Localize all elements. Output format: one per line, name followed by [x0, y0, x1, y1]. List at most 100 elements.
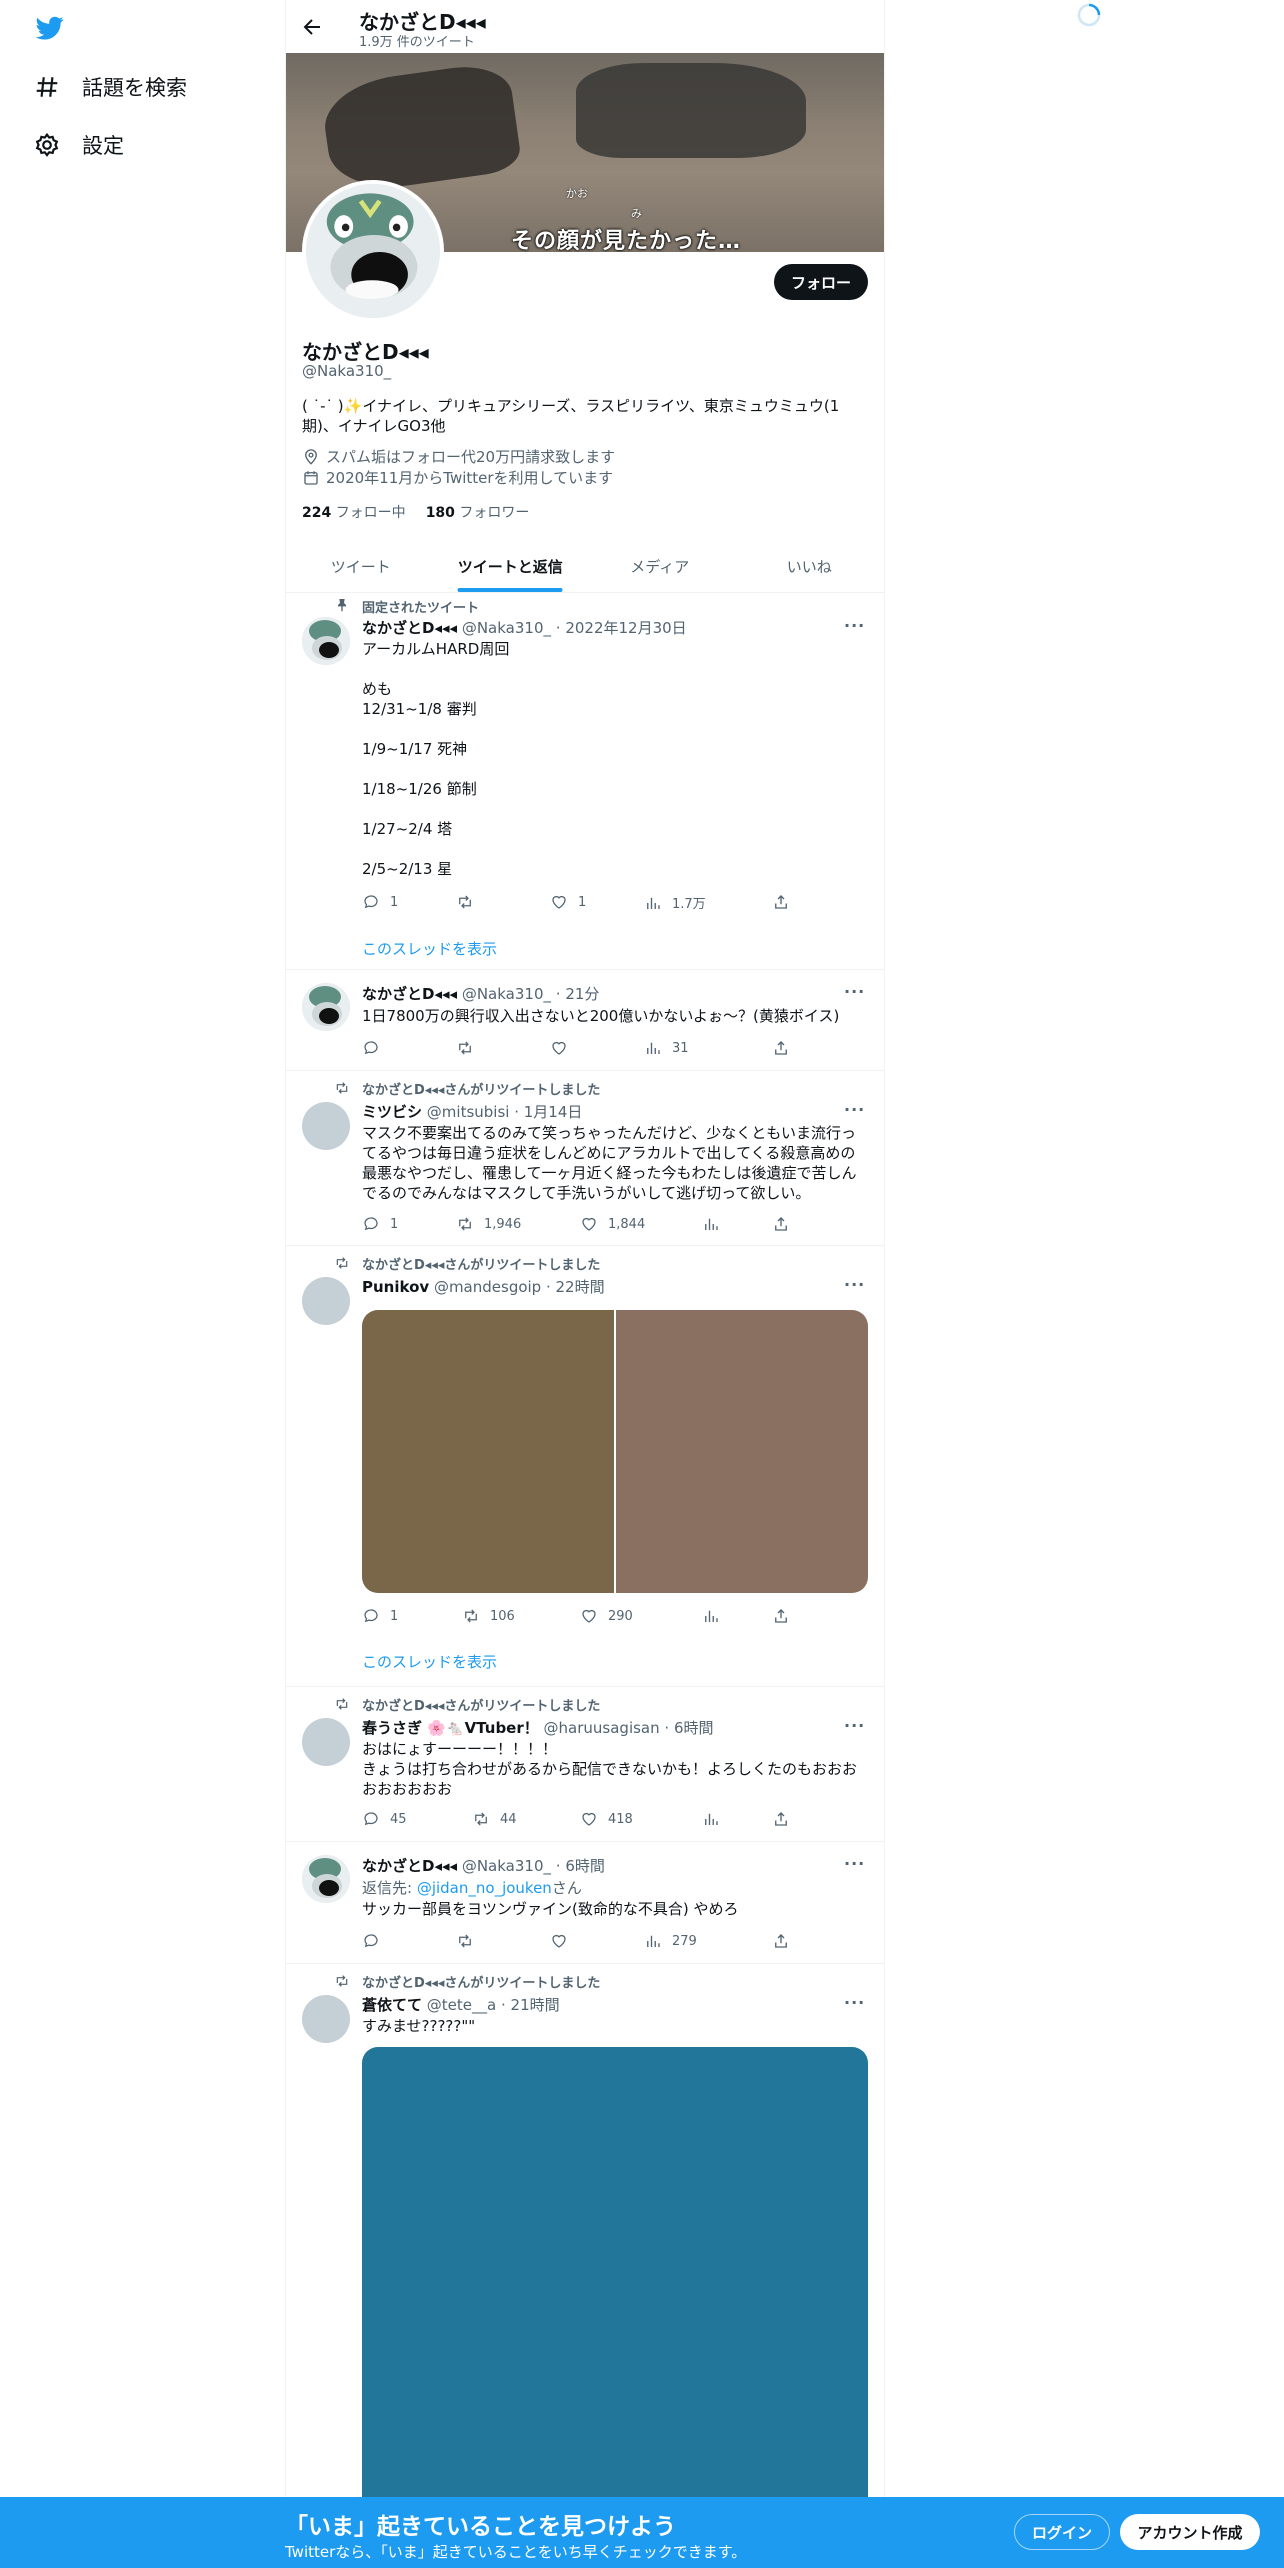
tweet-media[interactable]: [362, 1310, 868, 1593]
tweet-avatar[interactable]: [302, 1102, 350, 1150]
more-options-icon[interactable]: ···: [844, 1854, 868, 1874]
like-button[interactable]: 290: [580, 1607, 633, 1625]
retweet-button[interactable]: 44: [472, 1810, 517, 1828]
like-button[interactable]: [550, 1932, 578, 1950]
tweet-item[interactable]: なかざとD◂◂◂さんがリツイートしました Punikov @mandesgoip…: [286, 1247, 884, 1687]
tweet-time[interactable]: 2022年12月30日: [565, 619, 686, 637]
tweet-author-name[interactable]: 蒼依てて: [362, 1996, 422, 2014]
twitter-logo-icon[interactable]: [34, 14, 66, 42]
retweet-button[interactable]: 1,946: [456, 1215, 521, 1233]
tweet-time[interactable]: 21分: [565, 985, 599, 1003]
like-button[interactable]: 1,844: [580, 1215, 645, 1233]
tweet-header: なかざとD◂◂◂ @Naka310_ · 2022年12月30日: [362, 617, 687, 638]
tweet-item[interactable]: なかざとD◂◂◂さんがリツイートしました 蒼依てて @tete__a · 21時…: [286, 1965, 884, 2568]
following-link[interactable]: 224 フォロー中: [302, 502, 406, 522]
more-options-icon[interactable]: ···: [844, 1716, 868, 1736]
media-image[interactable]: [362, 2047, 868, 2568]
tweet-time[interactable]: 22時間: [556, 1278, 605, 1296]
tweet-avatar[interactable]: [302, 1855, 350, 1903]
more-options-icon[interactable]: ···: [844, 616, 868, 636]
tweet-avatar[interactable]: [302, 1718, 350, 1766]
share-button[interactable]: [772, 1039, 790, 1057]
show-thread-link[interactable]: このスレッドを表示: [362, 1651, 497, 1672]
retweet-button[interactable]: [456, 1932, 484, 1950]
tweet-avatar[interactable]: [302, 983, 350, 1031]
tweet-author-handle[interactable]: @mandesgoip: [434, 1278, 541, 1296]
share-button[interactable]: [772, 1810, 790, 1828]
reply-to-mention[interactable]: @jidan_no_jouken: [417, 1879, 552, 1897]
views-button[interactable]: 1.7万: [644, 893, 706, 912]
retweet-icon: [336, 1698, 348, 1710]
tweet-time[interactable]: 6時間: [565, 1857, 605, 1875]
tweet-item[interactable]: なかざとD◂◂◂ @Naka310_ · 21分 ··· 1日7800万の興行収…: [286, 971, 884, 1071]
tweet-author-handle[interactable]: @tete__a: [427, 1996, 496, 2014]
retweet-button[interactable]: 106: [462, 1607, 515, 1625]
tweet-time[interactable]: 1月14日: [524, 1103, 583, 1121]
reply-button[interactable]: 1: [362, 893, 398, 911]
tweet-item[interactable]: なかざとD◂◂◂さんがリツイートしました ミツビシ @mitsubisi · 1…: [286, 1072, 884, 1246]
more-options-icon[interactable]: ···: [844, 1275, 868, 1295]
nav-item-settings[interactable]: 設定: [34, 130, 124, 160]
tweet-dot: ·: [551, 619, 566, 637]
profile-avatar[interactable]: [302, 180, 444, 322]
login-button[interactable]: ログイン: [1014, 2514, 1110, 2550]
like-button[interactable]: [550, 1039, 578, 1057]
views-button[interactable]: [702, 1215, 730, 1233]
tweet-author-handle[interactable]: @mitsubisi: [427, 1103, 510, 1121]
follow-button[interactable]: フォロー: [774, 264, 868, 300]
like-button[interactable]: 1: [550, 893, 586, 911]
tweet-author-handle[interactable]: @Naka310_: [462, 619, 551, 637]
tab-media[interactable]: メディア: [585, 540, 735, 592]
tweet-avatar[interactable]: [302, 1995, 350, 2043]
tab-likes[interactable]: いいね: [735, 540, 885, 592]
tweet-item[interactable]: なかざとD◂◂◂さんがリツイートしました 春うさぎ 🌸🐁VTuber！ @har…: [286, 1688, 884, 1842]
tweet-time[interactable]: 21時間: [511, 1996, 560, 2014]
tab-tweets-and-replies[interactable]: ツイートと返信: [436, 540, 586, 592]
tweet-author-handle[interactable]: @haruusagisan: [544, 1719, 660, 1737]
tweet-item[interactable]: なかざとD◂◂◂ @Naka310_ · 6時間 ··· 返信先: @jidan…: [286, 1843, 884, 1964]
share-button[interactable]: [772, 1607, 790, 1625]
reply-button[interactable]: 45: [362, 1810, 407, 1828]
views-button[interactable]: 279: [644, 1932, 697, 1950]
reply-button[interactable]: 1: [362, 1607, 398, 1625]
nav-item-explore[interactable]: 話題を検索: [34, 72, 187, 102]
tweet-author-name[interactable]: なかざとD◂◂◂: [362, 619, 457, 637]
views-button[interactable]: [702, 1810, 730, 1828]
tweet-item[interactable]: 固定されたツイート なかざとD◂◂◂ @Naka310_ · 2022年12月3…: [286, 593, 884, 970]
tweet-time[interactable]: 6時間: [674, 1719, 714, 1737]
tweet-author-name[interactable]: なかざとD◂◂◂: [362, 985, 457, 1003]
tab-tweets[interactable]: ツイート: [286, 540, 436, 592]
share-button[interactable]: [772, 1932, 790, 1950]
more-options-icon[interactable]: ···: [844, 982, 868, 1002]
reply-button[interactable]: [362, 1932, 390, 1950]
reply-button[interactable]: 1: [362, 1215, 398, 1233]
views-button[interactable]: [702, 1607, 730, 1625]
media-image[interactable]: [616, 1310, 868, 1593]
views-button[interactable]: 31: [644, 1039, 689, 1057]
tweet-author-handle[interactable]: @Naka310_: [462, 1857, 551, 1875]
retweet-button[interactable]: [456, 893, 484, 911]
tweet-author-name[interactable]: ミツビシ: [362, 1103, 422, 1121]
more-options-icon[interactable]: ···: [844, 1993, 868, 2013]
show-thread-link[interactable]: このスレッドを表示: [362, 938, 497, 959]
share-button[interactable]: [772, 893, 790, 911]
profile-header-bar: なかざとD◂◂◂ 1.9万 件のツイート: [286, 0, 884, 53]
tweet-avatar[interactable]: [302, 1277, 350, 1325]
tweet-author-name[interactable]: Punikov: [362, 1278, 429, 1296]
tweet-dot: ·: [496, 1996, 511, 2014]
tweet-avatar[interactable]: [302, 617, 350, 665]
followers-link[interactable]: 180 フォロワー: [426, 502, 530, 522]
signup-button[interactable]: アカウント作成: [1120, 2514, 1260, 2550]
back-arrow-icon[interactable]: [300, 15, 324, 39]
tweet-author-handle[interactable]: @Naka310_: [462, 985, 551, 1003]
retweet-button[interactable]: [456, 1039, 484, 1057]
tweet-media[interactable]: [362, 2047, 868, 2568]
more-options-icon[interactable]: ···: [844, 1100, 868, 1120]
tweet-author-name[interactable]: なかざとD◂◂◂: [362, 1857, 457, 1875]
retweet-icon: [459, 1934, 471, 1948]
share-button[interactable]: [772, 1215, 790, 1233]
media-image[interactable]: [362, 1310, 614, 1593]
like-button[interactable]: 418: [580, 1810, 633, 1828]
tweet-author-name[interactable]: 春うさぎ 🌸🐁VTuber！: [362, 1719, 539, 1737]
reply-button[interactable]: [362, 1039, 390, 1057]
